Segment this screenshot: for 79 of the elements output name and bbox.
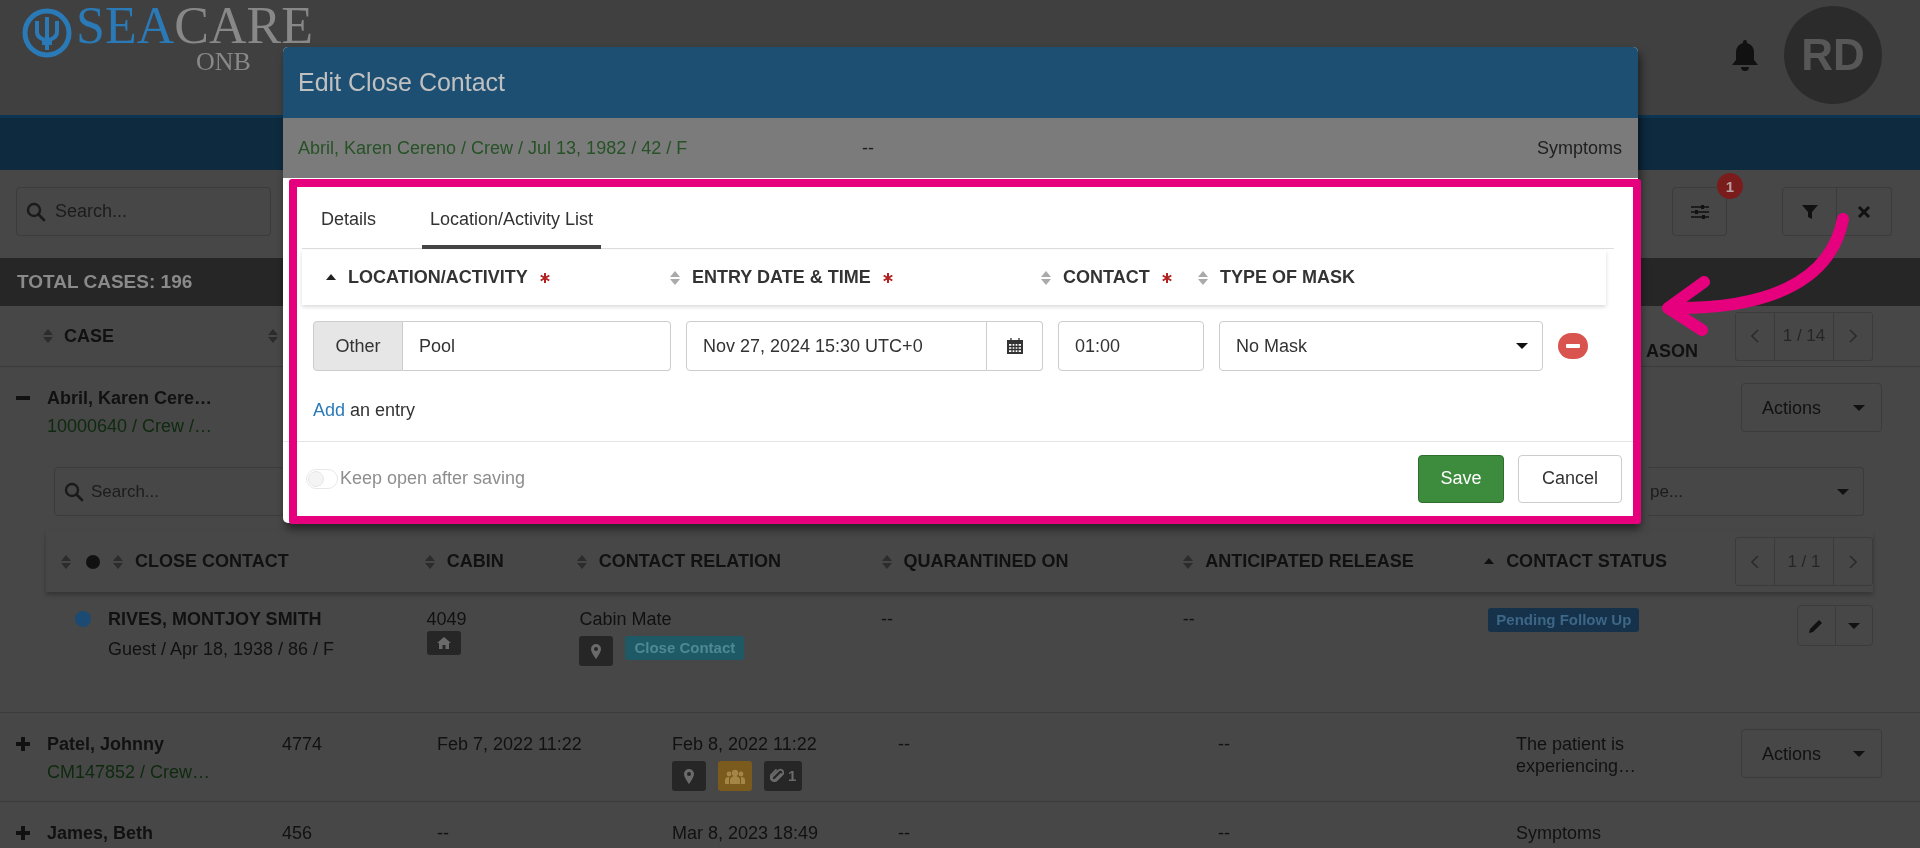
expand-icon[interactable] — [16, 826, 30, 840]
sort-icon[interactable] — [1198, 269, 1208, 286]
sort-icon[interactable] — [670, 269, 680, 286]
funnel-icon — [1801, 203, 1818, 220]
table-cell-text: -- — [1182, 608, 1196, 630]
sort-icon[interactable] — [1183, 553, 1194, 570]
bell-icon[interactable] — [1730, 38, 1760, 72]
input-field[interactable]: Pool — [403, 321, 671, 371]
sort-icon[interactable] — [1041, 269, 1051, 286]
summary-value: Symptoms — [1536, 137, 1622, 159]
input-field[interactable]: 01:00 — [1058, 321, 1204, 371]
table-cell-text: -- — [437, 822, 450, 844]
sort-icon[interactable] — [268, 328, 278, 344]
clear-button[interactable] — [1837, 187, 1892, 236]
collapse-icon[interactable] — [16, 396, 30, 400]
pencil-icon — [1809, 618, 1824, 633]
save-button[interactable]: Save — [1418, 454, 1504, 503]
notification-badge: 1 — [1717, 173, 1743, 199]
search-icon — [26, 202, 46, 222]
table-cell-text: -- — [1218, 822, 1231, 844]
logo-text: SEA — [76, 4, 175, 48]
settings-button[interactable] — [1672, 187, 1727, 236]
add-entry-text: Add an entry — [313, 399, 417, 421]
caret-down-icon — [1847, 621, 1860, 630]
table-cell-text: -- — [881, 608, 895, 630]
close-icon — [1857, 204, 1871, 219]
table-cell-text: -- — [898, 733, 911, 755]
chevron-right-icon[interactable] — [1848, 554, 1857, 569]
cancel-button[interactable]: Cancel — [1518, 454, 1622, 503]
chevron-left-icon[interactable] — [1751, 329, 1759, 343]
select-field[interactable]: No Mask — [1219, 321, 1543, 371]
sort-icon[interactable] — [576, 553, 587, 570]
sort-icon[interactable] — [881, 553, 892, 570]
trident-logo-icon — [22, 8, 72, 58]
table-cell-text: -- — [898, 822, 911, 844]
dot-icon — [86, 554, 100, 569]
toggle-label: Keep open after saving — [340, 468, 526, 489]
filter-button[interactable] — [1782, 187, 1837, 236]
sort-icon[interactable] — [43, 328, 53, 344]
remove-button[interactable] — [1558, 333, 1588, 359]
dialog-title: Edit Close Contact — [298, 68, 506, 97]
expand-icon[interactable] — [16, 737, 30, 751]
pin-icon — [591, 643, 602, 659]
chevron-left-icon[interactable] — [1750, 554, 1759, 569]
calendar-icon — [1005, 337, 1024, 355]
source-addon[interactable]: Other — [313, 321, 403, 371]
case-detail: CM147852 / Crew… — [47, 761, 212, 783]
caret-down-icon — [1516, 342, 1528, 350]
sliders-icon — [1690, 203, 1709, 220]
sort-icon[interactable] — [61, 553, 71, 570]
status-label: Pending Follow Up — [1488, 608, 1640, 632]
sort-icon[interactable] — [112, 553, 123, 570]
house-icon — [436, 637, 451, 649]
calendar-button[interactable] — [987, 321, 1043, 371]
table-cell-text: -- — [1218, 733, 1231, 755]
caret-down-icon — [1853, 749, 1865, 758]
input-field[interactable]: Nov 27, 2024 15:30 UTC+0 — [686, 321, 987, 371]
summary-value: -- — [862, 137, 874, 159]
column-header: ENTRY DATE & TIME — [692, 267, 871, 288]
column-header: TYPE OF MASK — [1220, 267, 1355, 288]
paperclip-icon — [770, 768, 784, 784]
caret-down-icon — [1837, 487, 1849, 496]
chevron-right-icon[interactable] — [1849, 329, 1857, 343]
logo-tagline: ONB — [196, 48, 251, 76]
add-link[interactable]: Add — [313, 400, 346, 420]
attachment-count: 1 — [788, 766, 797, 786]
case-detail: 10000640 / Crew /… — [47, 415, 214, 437]
patient-summary: Abril, Karen Cereno / Crew / Jul 13, 1982 / 42 / F — [298, 137, 689, 159]
tab[interactable]: Location/Activity List — [422, 193, 602, 249]
people-icon — [725, 768, 745, 784]
tab[interactable]: Details — [303, 193, 395, 249]
sort-icon[interactable] — [424, 553, 435, 570]
total-cases-label: TOTAL CASES: 196 — [17, 271, 193, 293]
search-icon — [64, 482, 84, 502]
caret-down-icon — [1853, 403, 1865, 412]
pin-icon — [684, 768, 694, 784]
column-header: CONTACT — [1063, 267, 1150, 288]
logo-text: CARE — [174, 4, 313, 48]
column-header: LOCATION/ACTIVITY — [348, 267, 528, 288]
